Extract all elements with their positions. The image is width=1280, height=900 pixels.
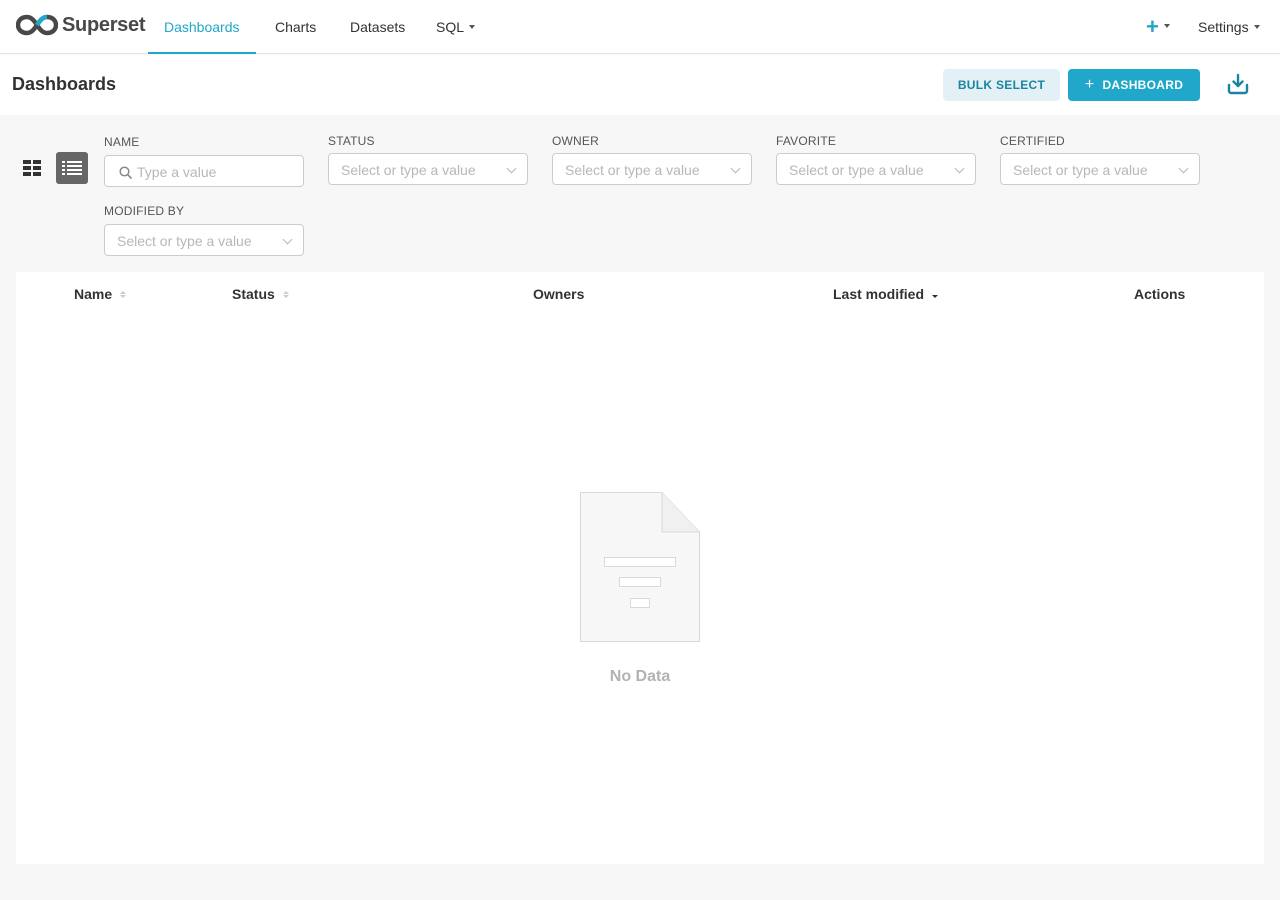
brand-name: Superset	[62, 13, 146, 36]
chevron-down-icon	[282, 234, 293, 245]
card-view-toggle[interactable]	[16, 152, 48, 184]
certified-filter-placeholder: Select or type a value	[1013, 162, 1148, 178]
dashboard-table: Name Status Owners Last modified Actions…	[16, 272, 1264, 864]
superset-logo[interactable]: Superset	[16, 14, 145, 36]
settings-label: Settings	[1198, 19, 1249, 35]
status-filter-select[interactable]: Select or type a value	[328, 153, 528, 185]
column-header-owners-label: Owners	[533, 286, 585, 302]
owner-filter-placeholder: Select or type a value	[565, 162, 700, 178]
nav-dashboards[interactable]: Dashboards	[148, 0, 256, 54]
plus-icon: +	[1146, 14, 1159, 39]
nav-datasets[interactable]: Datasets	[334, 0, 421, 54]
owner-filter-label: OWNER	[552, 134, 599, 148]
chevron-down-icon	[506, 163, 517, 174]
certified-filter-label: CERTIFIED	[1000, 134, 1065, 148]
column-header-owners: Owners	[533, 286, 584, 302]
modified-by-filter-label: MODIFIED BY	[104, 204, 185, 218]
name-filter-placeholder: Type a value	[137, 164, 217, 180]
column-header-name[interactable]: Name	[74, 286, 127, 302]
search-icon	[119, 166, 132, 179]
import-icon[interactable]	[1226, 72, 1250, 96]
modified-by-filter-select[interactable]: Select or type a value	[104, 224, 304, 256]
column-header-last-modified-label: Last modified	[833, 286, 925, 302]
chevron-down-icon	[469, 25, 476, 30]
column-header-last-modified[interactable]: Last modified	[833, 286, 939, 302]
page-header: Dashboards BULK SELECT + DASHBOARD	[0, 55, 1280, 115]
nav-charts[interactable]: Charts	[259, 0, 332, 54]
new-item-menu[interactable]: +	[1146, 16, 1170, 38]
top-navbar: Superset Dashboards Charts Datasets SQL …	[0, 0, 1280, 54]
nav-sql-label: SQL	[436, 19, 465, 35]
chevron-down-icon	[1178, 163, 1189, 174]
sort-desc-icon	[932, 291, 939, 298]
list-view-toggle[interactable]	[56, 152, 88, 184]
chevron-down-icon	[1163, 24, 1170, 28]
favorite-filter-select[interactable]: Select or type a value	[776, 153, 976, 185]
favorite-filter-label: FAVORITE	[776, 134, 837, 148]
sort-icon	[282, 290, 289, 298]
sort-icon	[120, 290, 127, 298]
chevron-down-icon	[954, 163, 965, 174]
settings-menu[interactable]: Settings	[1198, 0, 1260, 54]
plus-icon: +	[1084, 76, 1095, 93]
name-filter-input[interactable]: Type a value	[104, 155, 304, 187]
chevron-down-icon	[1253, 25, 1260, 30]
empty-document-icon	[580, 492, 700, 642]
list-view-icon	[62, 161, 82, 175]
column-header-status-label: Status	[232, 286, 275, 302]
chevron-down-icon	[730, 163, 741, 174]
status-filter-placeholder: Select or type a value	[341, 162, 476, 178]
modified-by-filter-placeholder: Select or type a value	[117, 233, 252, 249]
bulk-select-button[interactable]: BULK SELECT	[943, 69, 1060, 101]
add-dashboard-label: DASHBOARD	[1102, 78, 1184, 92]
empty-state-text: No Data	[609, 668, 671, 685]
superset-logo-icon	[16, 14, 58, 36]
owner-filter-select[interactable]: Select or type a value	[552, 153, 752, 185]
status-filter-label: STATUS	[328, 134, 375, 148]
page-title: Dashboards	[12, 74, 117, 94]
column-header-actions-label: Actions	[1134, 286, 1186, 302]
certified-filter-select[interactable]: Select or type a value	[1000, 153, 1200, 185]
nav-sql[interactable]: SQL	[420, 0, 491, 54]
name-filter-label: NAME	[104, 135, 140, 149]
column-header-name-label: Name	[74, 286, 113, 302]
favorite-filter-placeholder: Select or type a value	[789, 162, 924, 178]
card-view-icon	[23, 160, 41, 176]
add-dashboard-button[interactable]: + DASHBOARD	[1068, 69, 1200, 101]
column-header-status[interactable]: Status	[232, 286, 289, 302]
column-header-actions: Actions	[1134, 286, 1185, 302]
